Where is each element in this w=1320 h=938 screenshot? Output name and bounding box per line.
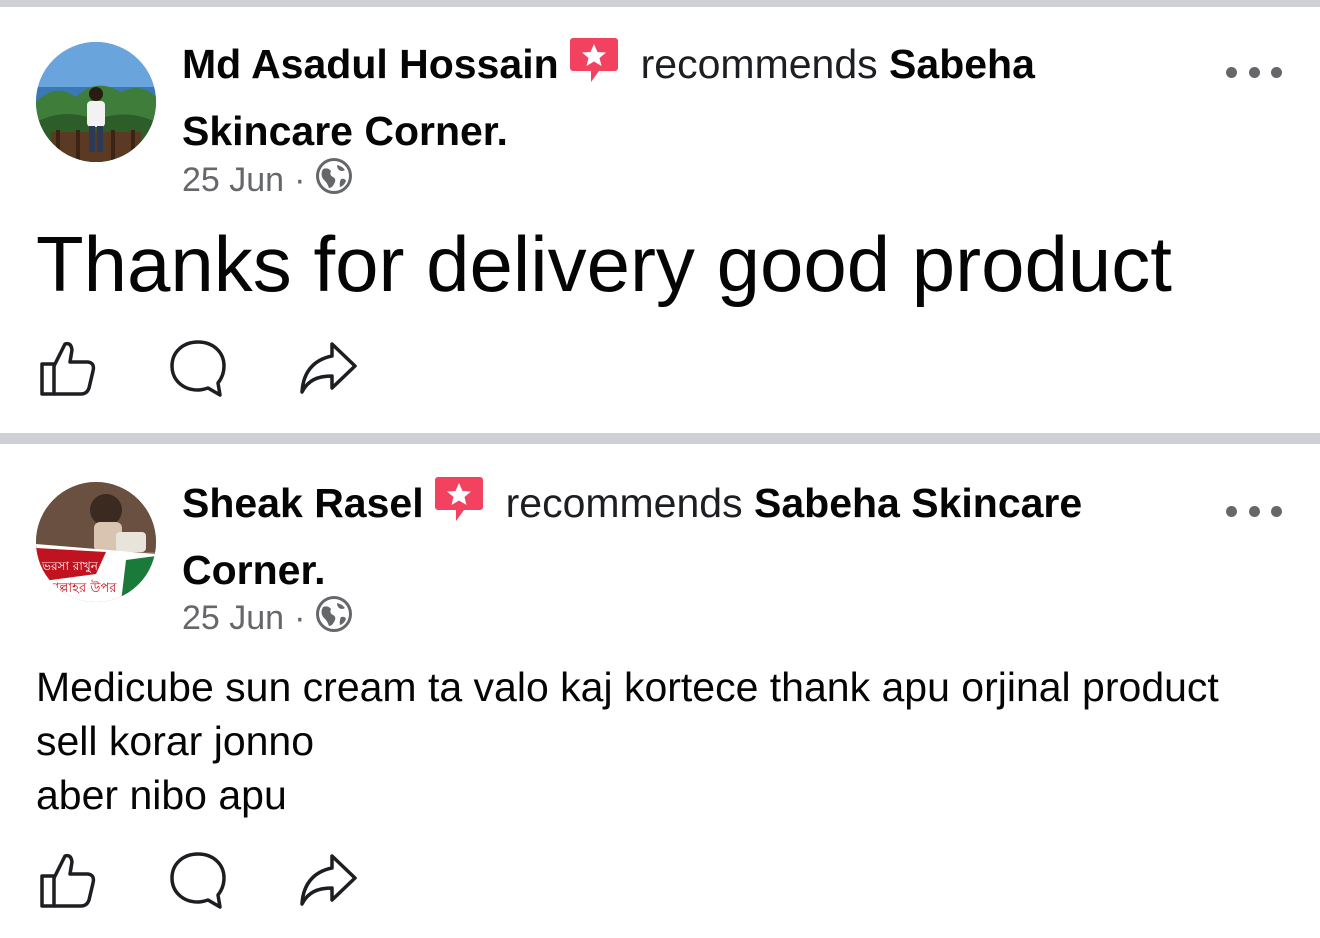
globe-icon xyxy=(315,157,353,204)
post-meta: 25 Jun · xyxy=(182,157,353,200)
post-text: Medicube sun cream ta valo kaj kortece t… xyxy=(36,664,1219,818)
post-meta: 25 Jun · xyxy=(182,595,353,638)
comment-icon[interactable] xyxy=(166,850,230,910)
more-options-icon[interactable] xyxy=(1226,501,1282,521)
meta-separator: · xyxy=(294,599,306,637)
post-header: Sheak Rasel recommends Sabeha Skincare Co… xyxy=(182,473,1182,601)
like-icon[interactable] xyxy=(36,338,100,398)
review-post: Md Asadul Hossain recommends Sabeha Skinc… xyxy=(0,0,1320,430)
share-icon[interactable] xyxy=(296,338,360,398)
avatar[interactable] xyxy=(36,42,156,162)
like-icon[interactable] xyxy=(36,850,100,910)
post-header: Md Asadul Hossain recommends Sabeha Skinc… xyxy=(182,34,1182,162)
post-date[interactable]: 25 Jun xyxy=(182,598,284,638)
post-divider xyxy=(0,433,1320,444)
recommend-star-icon xyxy=(434,475,484,540)
recommend-star-icon xyxy=(569,36,619,101)
meta-separator: · xyxy=(294,161,306,199)
post-actions xyxy=(36,338,426,398)
post-date[interactable]: 25 Jun xyxy=(182,160,284,200)
post-text: Thanks for delivery good product xyxy=(36,220,1172,308)
comment-icon[interactable] xyxy=(166,338,230,398)
author-name[interactable]: Sheak Rasel xyxy=(182,480,424,526)
svg-text:আল্লাহর উপর: আল্লাহর উপর xyxy=(43,580,117,596)
recommends-text: recommends xyxy=(640,41,878,87)
recommends-text: recommends xyxy=(505,480,743,526)
globe-icon xyxy=(315,595,353,642)
post-actions xyxy=(36,850,426,910)
author-name[interactable]: Md Asadul Hossain xyxy=(182,41,559,87)
svg-text:ভরসা রাখুন: ভরসা রাখুন xyxy=(41,559,99,574)
share-icon[interactable] xyxy=(296,850,360,910)
review-post: ভরসা রাখুন আল্লাহর উপর Sheak Rasel recomm… xyxy=(0,444,1320,938)
avatar[interactable]: ভরসা রাখুন আল্লাহর উপর xyxy=(36,482,156,602)
more-options-icon[interactable] xyxy=(1226,62,1282,82)
